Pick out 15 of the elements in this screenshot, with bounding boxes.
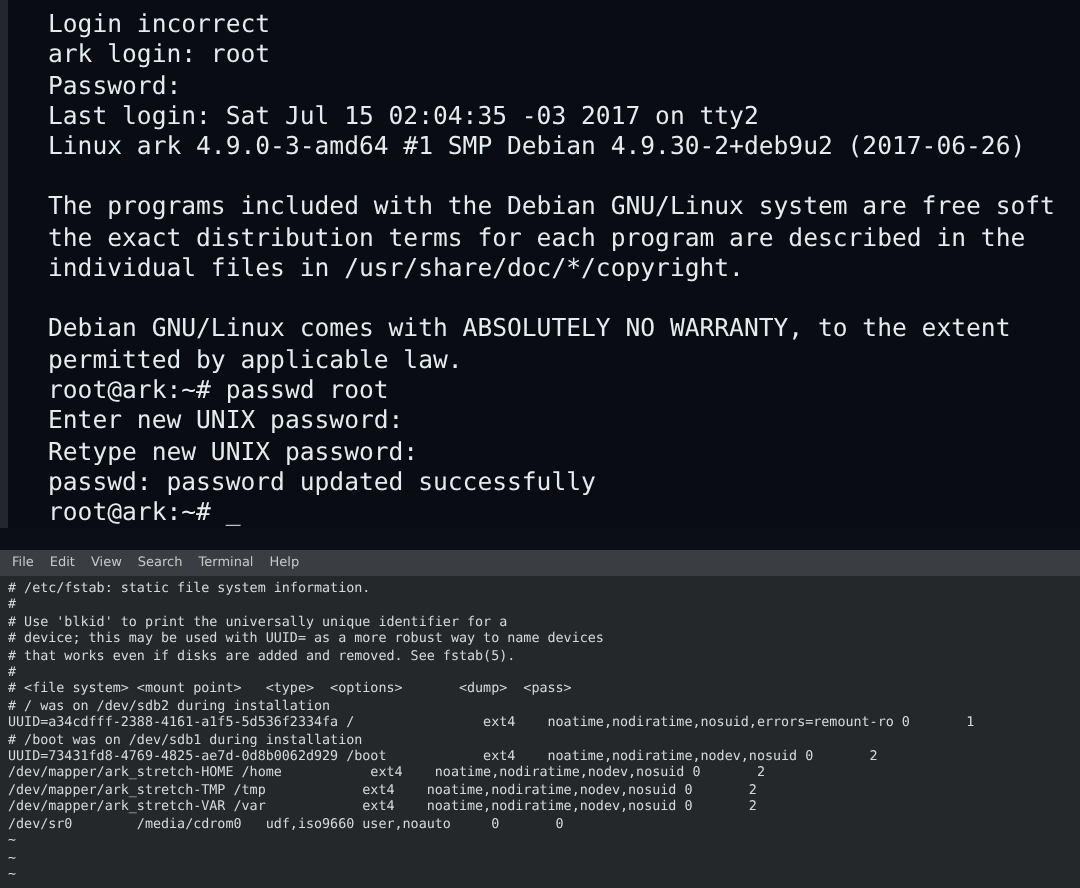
console-line: individual files in /usr/share/doc/*/copyright. [48,254,746,285]
console-line: Linux ark 4.9.0-3-amd64 #1 SMP Debian 4.9.30-2+deb9u2 (2017-06-26) [48,132,1028,163]
console-line: the exact distribution terms for each program are described in the [48,223,1028,255]
console-line: Last login: Sat Jul 15 02:04:35 -03 2017 on tty2 [48,101,761,133]
console-line: Password: [48,71,184,102]
console-line: Retype new UNIX password: [48,437,421,468]
console-line: permitted by applicable law. [48,345,465,376]
console-line: The programs included with the Debian GNU/Linux system are free soft [48,192,1057,224]
console-line: root@ark:~# passwd root [48,375,391,407]
console-line: Debian GNU/Linux comes with ABSOLUTELY NO WARRANTY, to the extent [48,314,1013,346]
console-line: root@ark:~# _ [48,498,243,528]
console-line: ark login: root [48,40,273,72]
console-line: Login incorrect [48,10,273,41]
console-line: passwd: password updated successfully [48,467,598,499]
console-line: Enter new UNIX password: [48,406,406,438]
